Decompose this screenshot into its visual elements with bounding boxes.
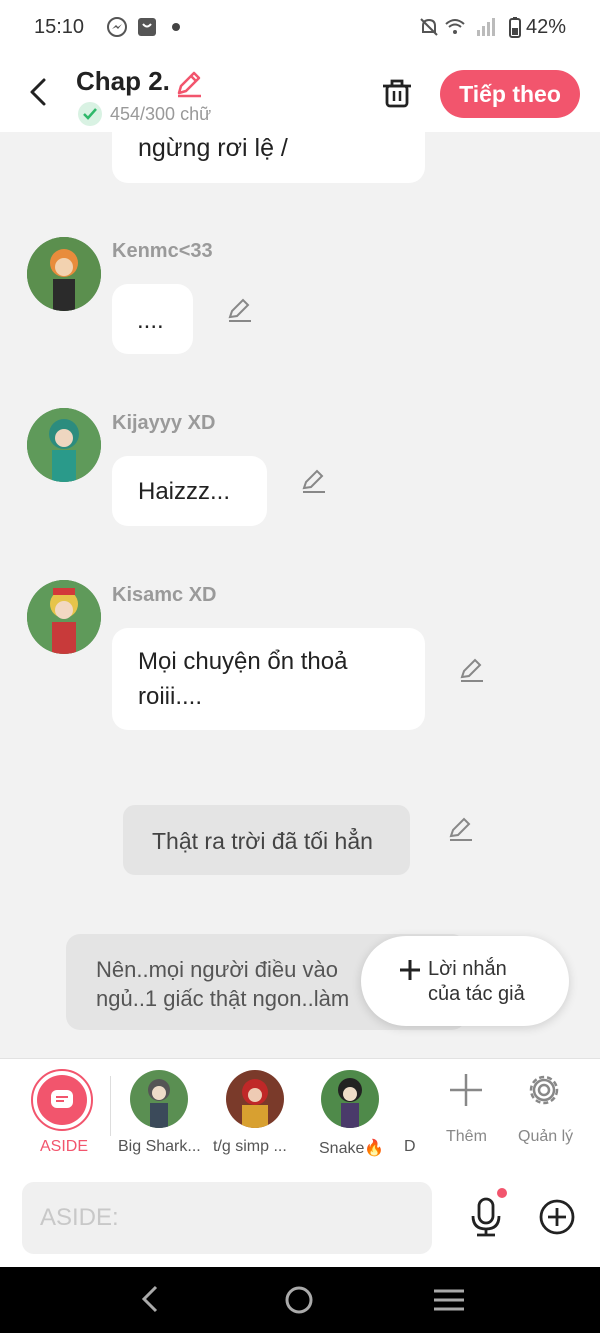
chapter-title[interactable]: Chap 2. xyxy=(76,66,170,97)
message-input[interactable] xyxy=(22,1182,432,1254)
avatar[interactable] xyxy=(27,237,101,311)
check-icon xyxy=(83,108,97,120)
author-note-button[interactable]: Lời nhắn của tác giả xyxy=(361,936,569,1026)
character-name: Kisamc XD xyxy=(112,584,217,606)
edit-icon[interactable] xyxy=(448,816,474,842)
avatar-image xyxy=(321,1070,379,1128)
character-avatar[interactable] xyxy=(321,1070,379,1128)
add-circle-icon[interactable] xyxy=(539,1199,575,1235)
narration-text: Thật ra trời đã tối hẳn xyxy=(152,828,373,854)
nav-back-icon[interactable] xyxy=(138,1284,162,1314)
messenger-icon xyxy=(107,17,127,37)
edit-icon[interactable] xyxy=(459,657,485,683)
status-time: 15:10 xyxy=(34,16,85,38)
avatar-image xyxy=(130,1070,188,1128)
author-note-label: Lời nhắn xyxy=(428,958,507,980)
check-badge xyxy=(78,102,102,126)
edit-icon[interactable] xyxy=(301,468,327,494)
character-avatar[interactable] xyxy=(130,1070,188,1128)
chat-bubble-icon xyxy=(51,1090,73,1108)
aside-character[interactable] xyxy=(31,1069,93,1131)
message-text: Haizzz... xyxy=(138,478,231,505)
aside-label: ASIDE xyxy=(40,1138,89,1155)
character-avatar[interactable] xyxy=(226,1070,284,1128)
avatar[interactable] xyxy=(27,408,101,482)
mic-notification-dot xyxy=(497,1188,507,1198)
message-text: ngừng rơi lệ / xyxy=(138,134,288,162)
divider xyxy=(110,1076,111,1136)
battery-percent: 42% xyxy=(525,16,566,38)
signal-icon xyxy=(477,18,495,36)
message-bubble[interactable]: Haizzz... xyxy=(112,456,267,526)
character-label: t/g simp ... xyxy=(213,1138,287,1155)
message-bubble[interactable]: Mọi chuyện ổn thoả roiii.... xyxy=(112,628,425,730)
pencil-icon[interactable] xyxy=(174,68,204,98)
message-text: roiii.... xyxy=(138,683,203,710)
aside-text: Nên..mọi người điều vào xyxy=(96,957,338,982)
author-note-label: của tác giả xyxy=(428,983,525,1005)
nav-home-icon[interactable] xyxy=(284,1285,314,1315)
nav-menu-icon[interactable] xyxy=(433,1288,465,1312)
avatar-image xyxy=(226,1070,284,1128)
avatar-image xyxy=(27,408,101,482)
back-arrow-icon[interactable] xyxy=(24,76,52,108)
aside-text: ngủ..1 giấc thật ngon..làm xyxy=(96,986,350,1011)
notification-dot-icon xyxy=(172,23,180,31)
message-text: Mọi chuyện ổn thoả xyxy=(138,648,348,675)
bell-muted-icon xyxy=(420,18,438,36)
message-text: .... xyxy=(137,307,164,334)
character-bar xyxy=(0,1058,600,1171)
avatar-image xyxy=(27,580,101,654)
add-character-icon[interactable] xyxy=(449,1073,483,1107)
add-label[interactable]: Thêm xyxy=(446,1128,487,1146)
character-label: D xyxy=(404,1138,416,1155)
message-bubble[interactable]: ngừng rơi lệ / xyxy=(112,120,425,183)
narration-bubble[interactable]: Thật ra trời đã tối hẳn xyxy=(123,805,410,875)
avatar-image xyxy=(27,237,101,311)
avatar[interactable] xyxy=(27,580,101,654)
gear-icon[interactable] xyxy=(525,1071,563,1109)
trash-icon[interactable] xyxy=(380,76,414,110)
manage-label[interactable]: Quản lý xyxy=(518,1128,573,1146)
battery-icon xyxy=(509,17,521,38)
message-bubble[interactable]: .... xyxy=(112,284,193,354)
plus-icon xyxy=(400,960,420,980)
character-name: Kenmc<33 xyxy=(112,240,213,262)
character-label: Snake🔥 xyxy=(319,1140,385,1157)
wifi-icon xyxy=(445,19,465,34)
character-label: Big Shark... xyxy=(118,1138,201,1155)
character-name: Kijayyy XD xyxy=(112,412,216,434)
edit-icon[interactable] xyxy=(227,297,253,323)
next-button[interactable]: Tiếp theo xyxy=(440,70,580,118)
microphone-icon[interactable] xyxy=(468,1196,504,1238)
shopping-bag-icon xyxy=(138,18,156,36)
